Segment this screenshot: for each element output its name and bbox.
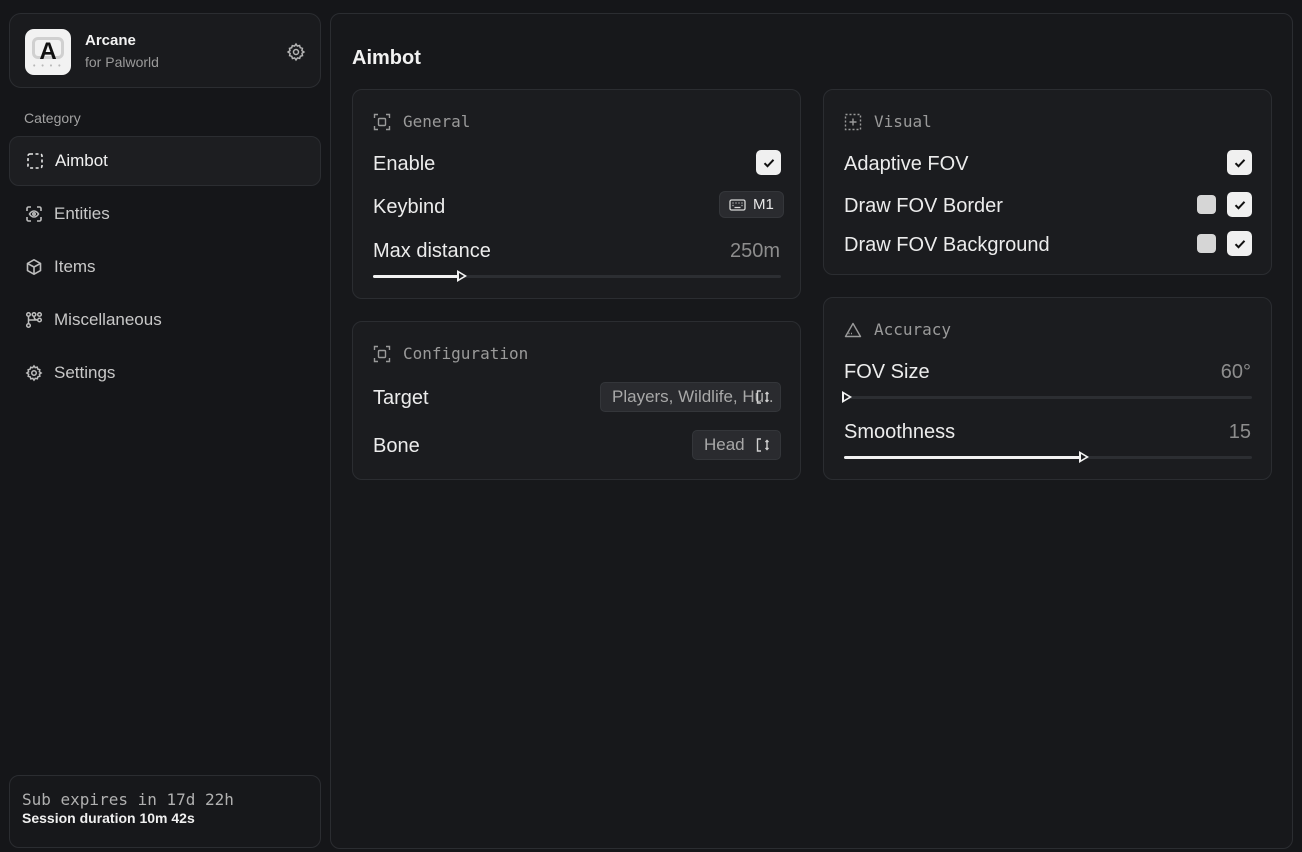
category-label: Category (24, 110, 81, 126)
app-logo: • • • • A (25, 29, 71, 75)
enable-checkbox[interactable] (756, 150, 781, 175)
session-duration: Session duration 10m 42s (22, 810, 195, 826)
slider-thumb[interactable] (457, 270, 467, 282)
main-panel: Aimbot General Enable Keybind M1 Max dis… (330, 13, 1293, 849)
sidebar-item-miscellaneous[interactable]: Miscellaneous (9, 295, 321, 345)
target-value: Players, Wildlife, Hu.. (612, 387, 774, 406)
draw-fov-border-label: Draw FOV Border (844, 195, 1003, 217)
gear-icon (25, 364, 43, 382)
visual-title: Visual (874, 112, 932, 131)
app-window: • • • • A Arcane for Palworld Category A… (0, 0, 1302, 852)
general-title: General (403, 112, 471, 131)
visual-header: Visual (844, 112, 932, 131)
slider-thumb[interactable] (842, 391, 852, 403)
draw-fov-border-checkbox[interactable] (1227, 192, 1252, 217)
max-distance-value: 250m (729, 240, 780, 262)
accuracy-card: Accuracy FOV Size 60° Smoothness 15 (823, 297, 1272, 480)
brand-card: • • • • A Arcane for Palworld (9, 13, 321, 88)
gear-icon[interactable] (286, 42, 306, 62)
smoothness-slider[interactable] (844, 451, 1252, 463)
dashed-square-icon (26, 152, 44, 170)
configuration-title: Configuration (403, 344, 529, 363)
sidebar-item-items[interactable]: Items (9, 242, 321, 292)
subscription-expiry: Sub expires in 17d 22h (22, 790, 234, 809)
max-distance-slider[interactable] (373, 270, 781, 282)
sidebar-item-label: Items (54, 257, 96, 276)
general-card: General Enable Keybind M1 Max distance 2… (352, 89, 801, 299)
max-distance-label: Max distance (373, 240, 491, 262)
smoothness-label: Smoothness (844, 421, 956, 443)
keybind-label: Keybind (373, 196, 446, 218)
adaptive-fov-label: Adaptive FOV (844, 153, 969, 175)
brand-title: Arcane (85, 32, 136, 49)
accuracy-title: Accuracy (874, 320, 952, 339)
configuration-header: Configuration (373, 344, 528, 363)
fov-size-label: FOV Size (844, 361, 930, 383)
sidebar-item-label: Miscellaneous (54, 310, 162, 329)
fov-border-color-swatch[interactable] (1197, 195, 1216, 214)
draw-fov-background-checkbox[interactable] (1227, 231, 1252, 256)
sidebar-item-label: Settings (54, 363, 116, 382)
sidebar: • • • • A Arcane for Palworld Category A… (0, 0, 331, 852)
sidebar-item-aimbot[interactable]: Aimbot (9, 136, 321, 186)
bone-label: Bone (373, 435, 420, 457)
target-select[interactable]: Players, Wildlife, Hu.. (600, 382, 781, 412)
enable-label: Enable (373, 153, 436, 175)
accuracy-header: Accuracy (844, 320, 951, 339)
scan-eye-icon (25, 205, 43, 223)
general-header: General (373, 112, 470, 131)
smoothness-value: 15 (1228, 421, 1251, 443)
bone-value: Head (704, 435, 745, 454)
sidebar-item-label: Aimbot (55, 151, 108, 170)
fov-size-value: 60° (1220, 361, 1251, 383)
slider-thumb[interactable] (1079, 451, 1089, 463)
draw-fov-background-label: Draw FOV Background (844, 234, 1050, 256)
sidebar-item-settings[interactable]: Settings (9, 348, 321, 398)
target-label: Target (373, 387, 429, 409)
focus-square-icon (373, 345, 391, 363)
nodes-icon (25, 311, 43, 329)
sidebar-item-label: Entities (54, 204, 110, 223)
chevron-updown-icon (756, 438, 769, 452)
keybind-button[interactable]: M1 (719, 191, 784, 218)
page-title: Aimbot (352, 47, 421, 69)
subscription-footer: Sub expires in 17d 22h Session duration … (9, 775, 321, 848)
triangle-ruler-icon (844, 321, 862, 339)
keyboard-icon (729, 198, 746, 211)
focus-square-icon (373, 113, 391, 131)
sidebar-item-entities[interactable]: Entities (9, 189, 321, 239)
slider-fill (373, 275, 459, 278)
brand-subtitle: for Palworld (85, 54, 159, 70)
fov-background-color-swatch[interactable] (1197, 234, 1216, 253)
adaptive-fov-checkbox[interactable] (1227, 150, 1252, 175)
chevron-updown-icon (756, 390, 769, 404)
keybind-value: M1 (753, 196, 774, 213)
configuration-card: Configuration Target Players, Wildlife, … (352, 321, 801, 480)
bone-select[interactable]: Head (692, 430, 781, 460)
add-frame-icon (844, 113, 862, 131)
fov-size-slider[interactable] (842, 391, 1252, 403)
box-icon (25, 258, 43, 276)
visual-card: Visual Adaptive FOV Draw FOV Border Draw… (823, 89, 1272, 275)
slider-fill (844, 456, 1081, 459)
